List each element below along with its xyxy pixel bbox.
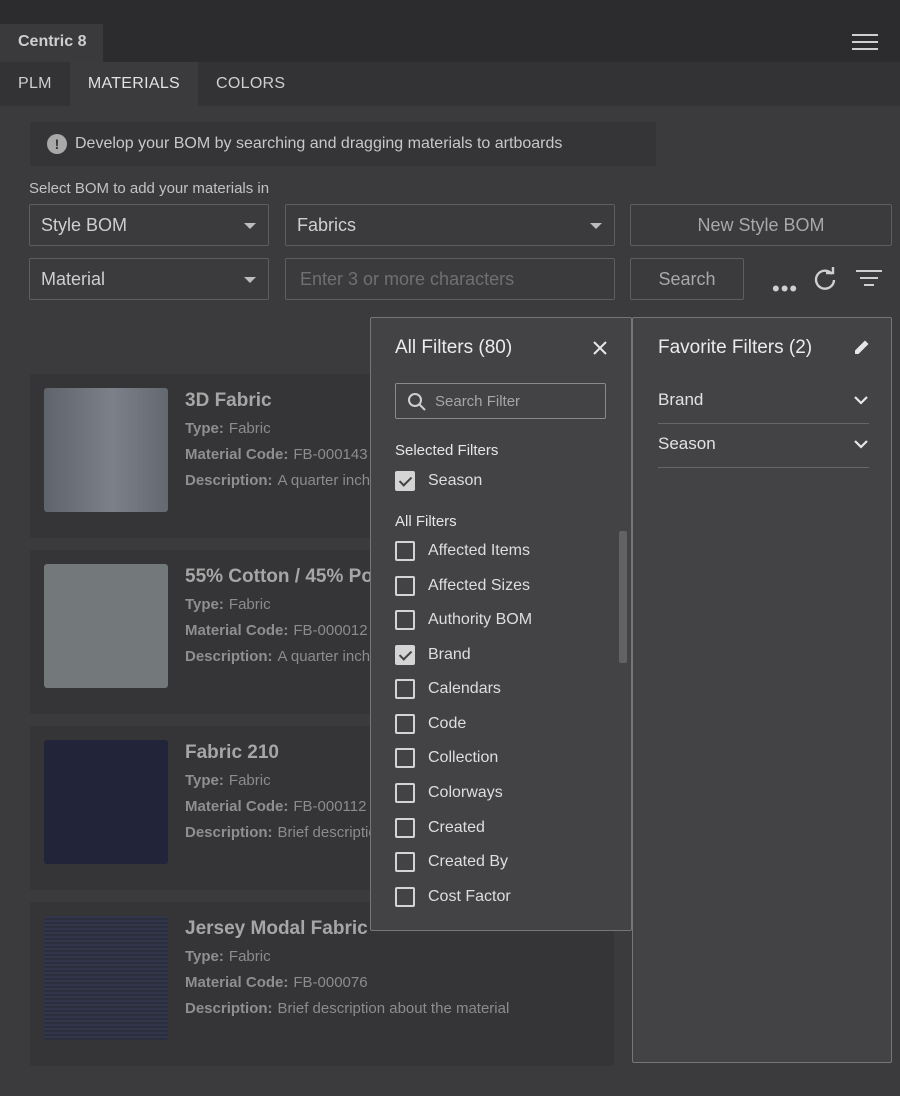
caret-down-icon	[590, 223, 602, 229]
checkbox[interactable]	[395, 818, 415, 838]
checkbox[interactable]	[395, 852, 415, 872]
filter-created-by[interactable]: Created By	[395, 850, 508, 874]
checkbox[interactable]	[395, 679, 415, 699]
new-style-bom-button[interactable]: New Style BOM	[630, 204, 892, 246]
material-description: Description: Brief description	[185, 824, 386, 841]
chevron-down-icon	[853, 392, 869, 413]
material-swatch	[44, 388, 168, 512]
info-message: Develop your BOM by searching and draggi…	[75, 135, 563, 152]
filter-calendars[interactable]: Calendars	[395, 677, 501, 701]
checkbox-checked[interactable]	[395, 471, 415, 491]
filter-affected-items[interactable]: Affected Items	[395, 539, 530, 563]
all-filters-popover: All Filters (80) Search Filter Selected …	[370, 317, 632, 931]
checkbox-checked[interactable]	[395, 645, 415, 665]
favorite-filters-title: Favorite Filters (2)	[658, 337, 813, 358]
material-code: Material Code: FB-000012	[185, 622, 368, 639]
favorite-filter-season[interactable]: Season	[658, 424, 869, 468]
category-select[interactable]: Fabrics	[285, 204, 615, 246]
checkbox[interactable]	[395, 783, 415, 803]
material-description: Description: Brief description about the …	[185, 1000, 510, 1017]
close-icon[interactable]	[590, 338, 610, 358]
select-bom-label: Select BOM to add your materials in	[29, 180, 270, 197]
category-select-value: Fabrics	[297, 215, 357, 235]
app-title-tab[interactable]: Centric 8	[0, 24, 103, 62]
hamburger-menu-icon[interactable]	[852, 34, 878, 52]
checkbox[interactable]	[395, 576, 415, 596]
material-title: Fabric 210	[185, 742, 279, 763]
search-filter-placeholder: Search Filter	[435, 393, 521, 410]
material-description: Description: A quarter inch	[185, 648, 371, 665]
filter-icon[interactable]	[856, 270, 882, 288]
type-select-value: Material	[41, 269, 106, 289]
search-button[interactable]: Search	[630, 258, 744, 300]
all-filters-heading: All Filters	[395, 513, 457, 530]
tab-materials[interactable]: MATERIALS	[69, 62, 199, 106]
filter-collection[interactable]: Collection	[395, 746, 498, 770]
filter-colorways[interactable]: Colorways	[395, 781, 503, 805]
filter-cost-factor[interactable]: Cost Factor	[395, 885, 511, 909]
bom-select-value: Style BOM	[41, 215, 128, 235]
filter-brand[interactable]: Brand	[395, 643, 471, 667]
material-swatch	[44, 916, 168, 1040]
search-input[interactable]: Enter 3 or more characters	[285, 258, 615, 300]
material-title: 3D Fabric	[185, 390, 272, 411]
more-options-icon[interactable]: •••	[772, 276, 798, 302]
exclamation-icon: !	[47, 134, 67, 154]
material-code: Material Code: FB-000076	[185, 974, 368, 991]
checkbox[interactable]	[395, 748, 415, 768]
material-description: Description: A quarter inch	[185, 472, 371, 489]
checkbox[interactable]	[395, 541, 415, 561]
checkbox[interactable]	[395, 714, 415, 734]
top-bar: Centric 8	[0, 0, 900, 62]
checkbox[interactable]	[395, 887, 415, 907]
tab-plm[interactable]: PLM	[0, 62, 70, 106]
filter-authority-bom[interactable]: Authority BOM	[395, 608, 532, 632]
scrollbar[interactable]	[619, 531, 627, 663]
all-filters-title: All Filters (80)	[395, 337, 513, 358]
selected-filter-season[interactable]: Season	[395, 469, 482, 493]
material-type: Type: Fabric	[185, 596, 271, 613]
material-title: Jersey Modal Fabric	[185, 918, 368, 939]
search-input-placeholder: Enter 3 or more characters	[300, 269, 515, 289]
bom-select[interactable]: Style BOM	[29, 204, 269, 246]
material-type: Type: Fabric	[185, 772, 271, 789]
checkbox[interactable]	[395, 610, 415, 630]
filter-created[interactable]: Created	[395, 816, 485, 840]
selected-filters-heading: Selected Filters	[395, 442, 499, 459]
favorite-filters-panel: Favorite Filters (2) Brand Season	[632, 317, 892, 1063]
material-swatch	[44, 740, 168, 864]
material-code: Material Code: FB-000143	[185, 446, 368, 463]
tab-colors[interactable]: COLORS	[198, 62, 303, 106]
pencil-icon[interactable]	[853, 338, 871, 361]
main-tabs: PLM MATERIALS COLORS	[0, 62, 900, 106]
search-icon	[407, 392, 427, 417]
material-swatch	[44, 564, 168, 688]
search-filter-input[interactable]: Search Filter	[395, 383, 606, 419]
material-code: Material Code: FB-000112	[185, 798, 367, 815]
type-select[interactable]: Material	[29, 258, 269, 300]
refresh-icon[interactable]	[812, 266, 838, 297]
chevron-down-icon	[853, 436, 869, 457]
filter-code[interactable]: Code	[395, 712, 466, 736]
material-type: Type: Fabric	[185, 948, 271, 965]
filter-affected-sizes[interactable]: Affected Sizes	[395, 574, 530, 598]
favorite-filter-brand[interactable]: Brand	[658, 380, 869, 424]
info-banner: ! Develop your BOM by searching and drag…	[30, 122, 656, 166]
material-type: Type: Fabric	[185, 420, 271, 437]
caret-down-icon	[244, 223, 256, 229]
caret-down-icon	[244, 277, 256, 283]
